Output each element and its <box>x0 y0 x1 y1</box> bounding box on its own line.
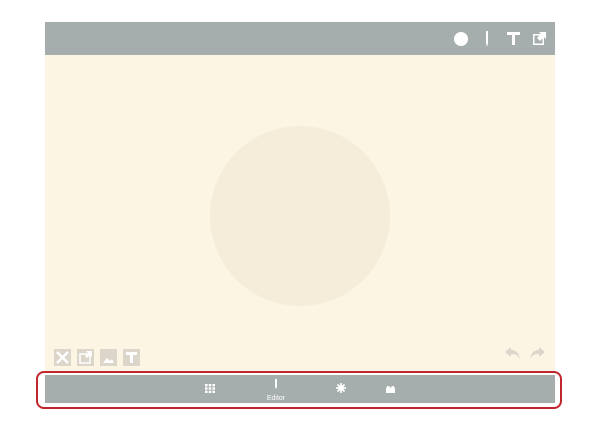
drawing-app: Editor <box>45 22 555 406</box>
top-tools <box>453 22 547 55</box>
canvas-tools-right <box>505 346 545 364</box>
top-toolbar <box>45 22 555 55</box>
export-image-icon[interactable] <box>77 349 94 366</box>
brush-preview-circle <box>210 126 390 306</box>
undo-icon[interactable] <box>505 346 520 364</box>
text-icon[interactable] <box>505 31 521 47</box>
delete-icon[interactable] <box>54 349 71 366</box>
export-icon[interactable] <box>531 31 547 47</box>
drawing-canvas[interactable] <box>45 55 555 372</box>
pen-icon[interactable] <box>479 30 495 47</box>
brush-size-icon[interactable] <box>453 31 469 47</box>
canvas-tools-left <box>54 349 140 366</box>
tab-bar-highlight <box>36 371 562 409</box>
redo-icon[interactable] <box>530 346 545 364</box>
text-box-icon[interactable] <box>123 349 140 366</box>
image-icon[interactable] <box>100 349 117 366</box>
